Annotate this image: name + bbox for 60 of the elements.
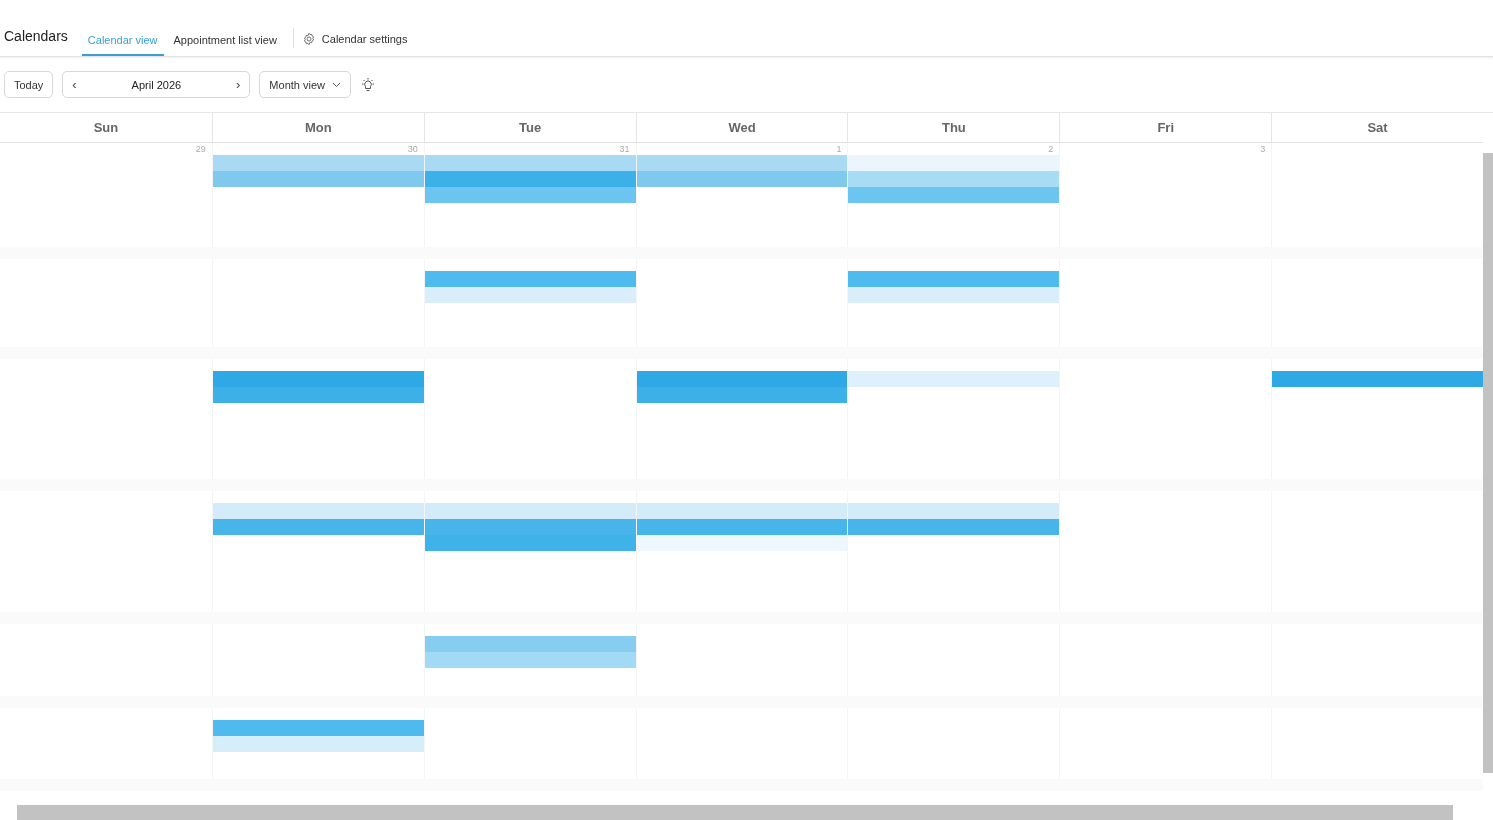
page-title: Calendars: [4, 28, 68, 44]
event-bar[interactable]: [636, 171, 848, 187]
event-bar[interactable]: [636, 535, 848, 551]
view-dropdown[interactable]: Month view: [259, 71, 351, 98]
day-number: 31: [618, 143, 631, 155]
weekday-header: Wed: [635, 113, 848, 142]
horizontal-scrollbar[interactable]: [17, 805, 1453, 820]
period-label: April 2026: [131, 78, 182, 91]
event-bar[interactable]: [212, 503, 424, 519]
event-bar[interactable]: [848, 287, 1060, 303]
event-bar[interactable]: [212, 736, 424, 752]
event-bar[interactable]: [424, 271, 636, 287]
event-bar[interactable]: [212, 155, 424, 171]
event-bar[interactable]: [1272, 371, 1483, 387]
event-bar[interactable]: [424, 519, 636, 535]
event-bar[interactable]: [212, 171, 424, 187]
day-number: 2: [1047, 143, 1055, 155]
event-bar[interactable]: [212, 387, 424, 403]
event-bar[interactable]: [212, 519, 424, 535]
event-bar[interactable]: [212, 720, 424, 736]
event-bar[interactable]: [636, 155, 848, 171]
next-button[interactable]: ›: [231, 77, 246, 92]
event-bar[interactable]: [848, 155, 1060, 171]
settings-icon[interactable]: [301, 32, 316, 46]
weekday-header: Sun: [92, 119, 120, 137]
day-number: 3: [1259, 143, 1267, 155]
day-number: 1: [835, 143, 843, 155]
event-bar[interactable]: [848, 503, 1060, 519]
event-bar[interactable]: [424, 652, 636, 668]
event-bar[interactable]: [636, 387, 848, 403]
weekday-header: Fri: [1059, 113, 1272, 142]
event-bar[interactable]: [848, 519, 1060, 535]
day-number: 30: [406, 143, 419, 155]
caret-icon: [332, 81, 341, 88]
event-bar[interactable]: [424, 287, 636, 303]
today-button[interactable]: Today: [4, 71, 54, 98]
event-bar[interactable]: [848, 371, 1060, 387]
event-bar[interactable]: [636, 371, 848, 387]
weekday-header: Thu: [847, 113, 1060, 142]
event-bar[interactable]: [636, 503, 848, 519]
event-bar[interactable]: [848, 271, 1060, 287]
day-number: 29: [194, 143, 207, 155]
event-bar[interactable]: [424, 636, 636, 652]
event-bar[interactable]: [848, 187, 1060, 203]
event-bar[interactable]: [424, 535, 636, 551]
event-bar[interactable]: [424, 155, 636, 171]
event-bar[interactable]: [424, 187, 636, 203]
weekday-header: Sat: [1271, 113, 1483, 142]
previous-button[interactable]: ‹: [67, 77, 82, 92]
lightbulb-icon[interactable]: [360, 76, 376, 93]
view-tab[interactable]: Appointment list view: [167, 26, 283, 56]
vertical-scrollbar[interactable]: [1483, 153, 1493, 773]
event-bar[interactable]: [424, 171, 636, 187]
weekday-header: Mon: [211, 113, 424, 142]
settings-link[interactable]: Calendar settings: [321, 33, 408, 45]
event-bar[interactable]: [212, 371, 424, 387]
event-bar[interactable]: [636, 519, 848, 535]
weekday-header: Tue: [423, 113, 636, 142]
event-bar[interactable]: [424, 503, 636, 519]
event-bar[interactable]: [848, 171, 1060, 187]
